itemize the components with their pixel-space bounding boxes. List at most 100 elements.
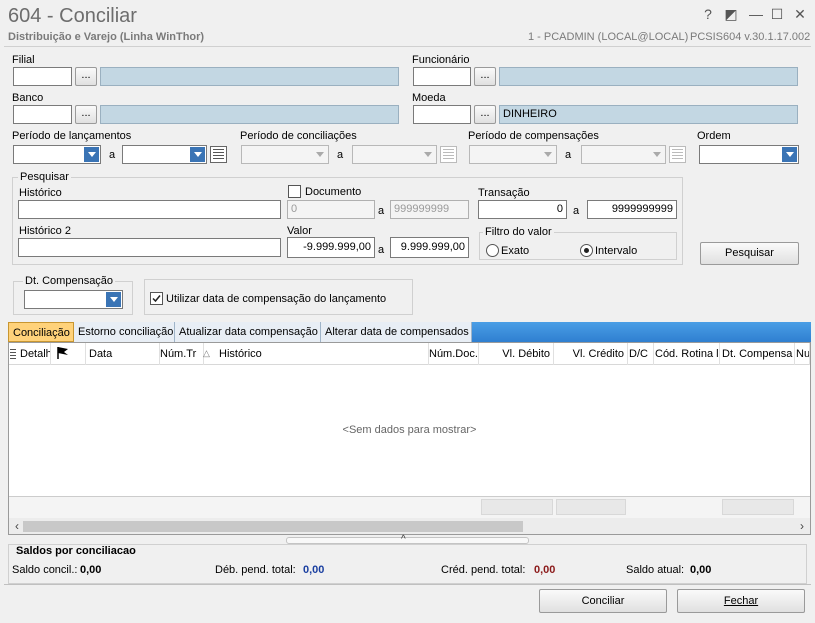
documento-checkbox[interactable]: [288, 185, 301, 198]
footer-divider: [4, 584, 811, 585]
conciliar-button[interactable]: Conciliar: [539, 589, 667, 613]
funcionario-search-button[interactable]: ...: [474, 67, 496, 86]
transacao-label: Transação: [478, 187, 530, 199]
conc-a-label: a: [337, 149, 344, 161]
ordem-label: Ordem: [697, 130, 731, 142]
periodo-lancamentos-label: Período de lançamentos: [12, 130, 132, 142]
col-vl-credito[interactable]: Vl. Crédito: [554, 343, 628, 365]
saldo-atual-label: Saldo atual:: [626, 564, 685, 576]
close-icon[interactable]: ✕: [791, 5, 809, 23]
utilizar-checkbox[interactable]: [150, 292, 163, 305]
funcionario-description: [499, 67, 798, 86]
col-data[interactable]: Data: [89, 343, 160, 365]
cred-pend-label: Créd. pend. total:: [441, 564, 526, 576]
chevron-down-icon[interactable]: [190, 147, 205, 162]
window-title: 604 - Conciliar: [8, 5, 137, 27]
banco-search-button[interactable]: ...: [75, 105, 97, 124]
col-dt-compensacao[interactable]: Dt. Compensa: [720, 343, 795, 365]
col-vl-debito[interactable]: Vl. Débito: [479, 343, 554, 365]
conc-start-date[interactable]: [241, 145, 329, 164]
documento-to-input[interactable]: 999999999: [390, 200, 469, 219]
transacao-to-input[interactable]: 9999999999: [587, 200, 677, 219]
scrollbar-thumb[interactable]: [23, 521, 523, 532]
moeda-search-button[interactable]: ...: [474, 105, 496, 124]
documento-a-label: a: [378, 205, 385, 217]
filial-label: Filial: [12, 54, 35, 66]
fechar-button[interactable]: Fechar: [677, 589, 805, 613]
historico2-input[interactable]: [18, 238, 281, 257]
tab-bar: Conciliação Estorno conciliação Atualiza…: [8, 322, 811, 342]
documento-label: Documento: [305, 186, 362, 198]
data-grid[interactable]: Detalh Data Núm.Tr △ Histórico Núm.Doc. …: [8, 342, 811, 535]
banco-description: [100, 105, 399, 124]
col-cod-rotina[interactable]: Cód. Rotina l: [654, 343, 720, 365]
col-flag[interactable]: [51, 343, 86, 365]
col-dc[interactable]: D/C: [628, 343, 654, 365]
lanc-start-date[interactable]: [13, 145, 101, 164]
banco-input[interactable]: [13, 105, 72, 124]
funcionario-label: Funcionário: [412, 54, 470, 66]
sort-asc-icon: △: [203, 348, 210, 358]
deb-pend-label: Déb. pend. total:: [215, 564, 296, 576]
moeda-input[interactable]: [413, 105, 471, 124]
scroll-left-icon[interactable]: ‹: [11, 518, 23, 534]
splitter-handle[interactable]: [286, 537, 529, 544]
tab-atualizar-data-compensacao[interactable]: Atualizar data compensação: [175, 322, 321, 342]
filial-search-button[interactable]: ...: [75, 67, 97, 86]
filtro-valor-label: Filtro do valor: [483, 226, 554, 238]
tab-conciliacao[interactable]: Conciliação: [8, 322, 74, 342]
banco-label: Banco: [12, 92, 44, 104]
valor-label: Valor: [287, 225, 312, 237]
tab-estorno-conciliacao[interactable]: Estorno conciliação: [74, 322, 175, 342]
chevron-down-icon[interactable]: [106, 292, 121, 307]
conc-end-date[interactable]: [352, 145, 437, 164]
calendar-icon: [440, 146, 457, 163]
chevron-down-icon[interactable]: [782, 147, 797, 162]
moeda-label: Moeda: [412, 92, 446, 104]
chevron-down-icon[interactable]: [84, 147, 99, 162]
intervalo-radio[interactable]: [580, 244, 593, 257]
exato-radio[interactable]: [486, 244, 499, 257]
col-detalhe[interactable]: Detalh: [19, 343, 51, 365]
minimize-icon[interactable]: —: [747, 5, 765, 23]
valor-from-input[interactable]: -9.999.999,00: [287, 237, 375, 258]
ordem-select[interactable]: [699, 145, 799, 164]
chevron-down-icon: [540, 147, 555, 162]
historico-input[interactable]: [18, 200, 281, 219]
historico2-label: Histórico 2: [19, 225, 71, 237]
window-subtitle: Distribuição e Varejo (Linha WinThor): [8, 31, 205, 43]
help-icon[interactable]: ?: [699, 5, 717, 23]
footer-credito-cell: [556, 499, 626, 515]
col-num-doc[interactable]: Núm.Doc.: [429, 343, 479, 365]
calendar-icon[interactable]: [210, 146, 227, 163]
comp-start-date[interactable]: [469, 145, 557, 164]
column-chooser-icon[interactable]: [10, 349, 16, 359]
chevron-down-icon: [649, 147, 664, 162]
utilizar-label: Utilizar data de compensação do lançamen…: [166, 293, 387, 305]
restore-icon[interactable]: ◩: [722, 5, 740, 23]
comp-end-date[interactable]: [581, 145, 666, 164]
col-nu[interactable]: Nu: [795, 343, 810, 365]
title-divider: [4, 46, 811, 47]
periodo-compensacoes-label: Período de compensações: [468, 130, 599, 142]
col-num-tr[interactable]: Núm.Tr: [160, 343, 204, 365]
comp-a-label: a: [565, 149, 572, 161]
col-historico[interactable]: Histórico: [219, 343, 429, 365]
funcionario-input[interactable]: [413, 67, 471, 86]
tab-alterar-data-compensados[interactable]: Alterar data de compensados: [321, 322, 472, 342]
saldos-title: Saldos por conciliacao: [14, 545, 138, 557]
lanc-end-date[interactable]: [122, 145, 207, 164]
pesquisar-button[interactable]: Pesquisar: [700, 242, 799, 265]
cred-pend-value: 0,00: [534, 564, 556, 576]
footer-dtcomp-cell: [722, 499, 794, 515]
documento-from-input[interactable]: 0: [287, 200, 375, 219]
version-info: PCSIS604 v.30.1.17.002: [690, 31, 811, 43]
valor-to-input[interactable]: 9.999.999,00: [390, 237, 469, 258]
filial-input[interactable]: [13, 67, 72, 86]
dt-compensacao-date[interactable]: [24, 290, 123, 309]
scroll-right-icon[interactable]: ›: [796, 518, 808, 534]
moeda-description: DINHEIRO: [499, 105, 798, 124]
maximize-icon[interactable]: ☐: [768, 5, 786, 23]
transacao-from-input[interactable]: 0: [478, 200, 567, 219]
pesquisar-group-label: Pesquisar: [18, 171, 71, 183]
